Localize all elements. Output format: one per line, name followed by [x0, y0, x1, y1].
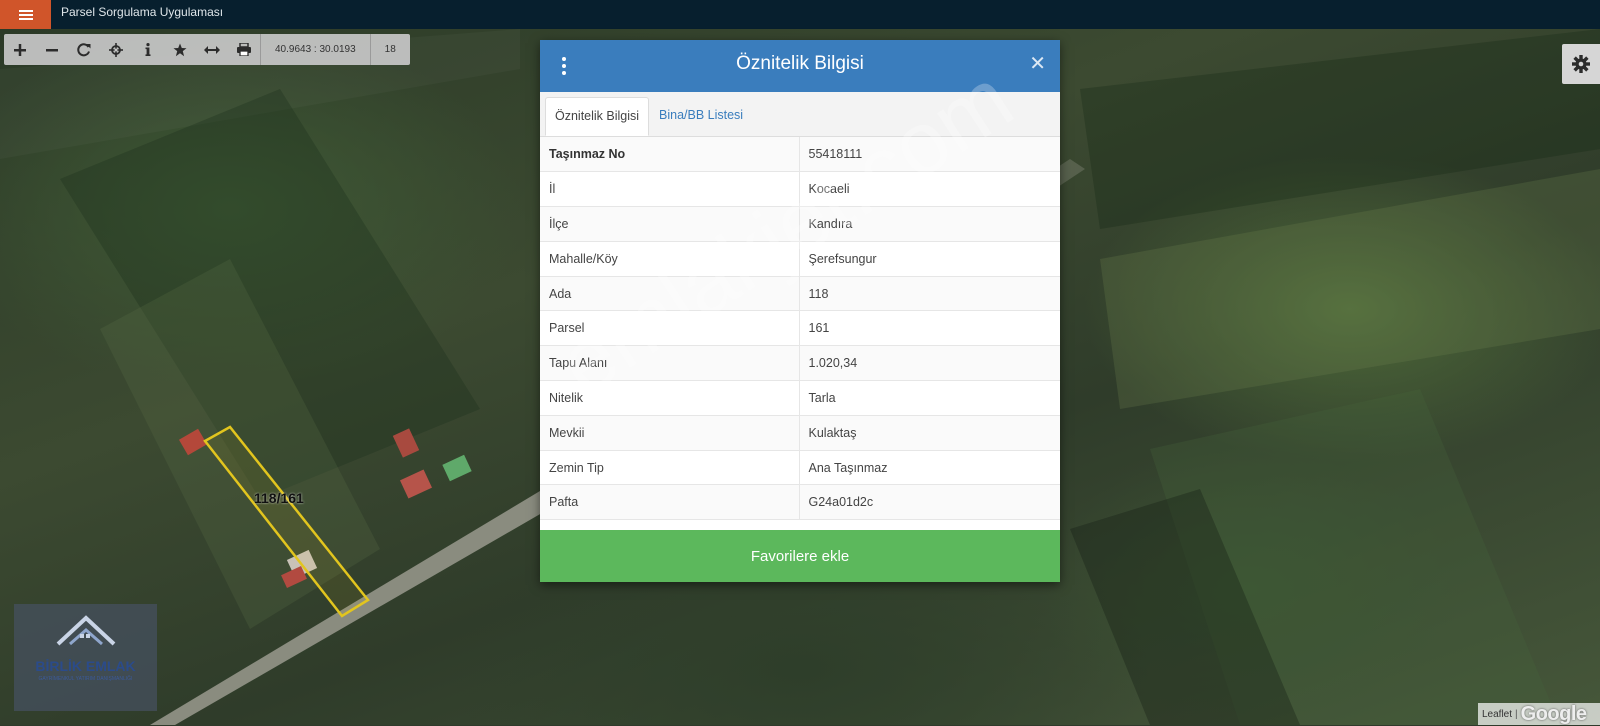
zoom-out-icon[interactable]: [36, 34, 68, 65]
table-row: Tapu Alanı 1.020,34: [540, 345, 1060, 382]
logo-name: BİRLİK EMLAK: [35, 658, 136, 674]
row-key: Zemin Tip: [540, 450, 800, 486]
row-key: Taşınmaz No: [540, 137, 800, 173]
row-key: Nitelik: [540, 380, 800, 416]
row-value: Şerefsungur: [799, 241, 1060, 277]
row-value: 1.020,34: [799, 345, 1060, 382]
row-key: Mevkii: [540, 415, 800, 451]
parcel-label[interactable]: 118/161: [254, 490, 304, 506]
zoom-level-display: 18: [384, 44, 396, 55]
refresh-icon[interactable]: [68, 34, 100, 65]
top-bar: Parsel Sorgulama Uygulaması: [0, 0, 1600, 29]
row-value: Kandıra: [799, 206, 1060, 242]
print-icon[interactable]: [228, 34, 260, 65]
row-key: Parsel: [540, 310, 800, 347]
zoom-in-icon[interactable]: [4, 34, 36, 65]
attribute-info-modal: Öznitelik Bilgisi ✕ Öznitelik Bilgisi Bi…: [540, 40, 1060, 582]
close-icon[interactable]: ✕: [1029, 54, 1046, 74]
table-row: Mahalle/Köy Şerefsungur: [540, 241, 1060, 277]
modal-header: Öznitelik Bilgisi ✕: [540, 40, 1060, 92]
row-value: G24a01d2c: [799, 484, 1060, 521]
attribute-table: Taşınmaz No 55418111 İl Kocaeli İlçe Kan…: [540, 137, 1060, 521]
app-title: Parsel Sorgulama Uygulaması: [61, 5, 224, 19]
row-value: Tarla: [799, 380, 1060, 416]
locate-icon[interactable]: [100, 34, 132, 65]
table-row: Taşınmaz No 55418111: [540, 137, 1060, 173]
row-value: 161: [799, 310, 1060, 347]
row-key: Mahalle/Köy: [540, 241, 800, 277]
logo-subtitle: GAYRİMENKUL YATIRIM DANIŞMANLIĞI: [38, 676, 133, 682]
tab-building-list[interactable]: Bina/BB Listesi: [650, 97, 752, 136]
row-key: İlçe: [540, 206, 800, 242]
table-row: İl Kocaeli: [540, 171, 1060, 208]
table-row: Pafta G24a01d2c: [540, 484, 1060, 521]
row-value: Kulaktaş: [799, 415, 1060, 451]
table-row: İlçe Kandıra: [540, 206, 1060, 242]
star-icon[interactable]: [164, 34, 196, 65]
map-attribution: Leaflet | Google: [1478, 703, 1600, 725]
attribution-separator: |: [1515, 708, 1518, 720]
info-icon[interactable]: [132, 34, 164, 65]
table-row: Parsel 161: [540, 310, 1060, 347]
tab-attribute-info[interactable]: Öznitelik Bilgisi: [545, 97, 650, 136]
measure-icon[interactable]: [196, 34, 228, 65]
row-key: Ada: [540, 276, 800, 312]
add-favorite-button[interactable]: Favorilere ekle: [540, 530, 1060, 582]
row-value: Kocaeli: [799, 171, 1060, 208]
settings-button[interactable]: [1562, 44, 1600, 84]
modal-tabs: Öznitelik Bilgisi Bina/BB Listesi: [540, 92, 1060, 137]
row-key: Pafta: [540, 484, 800, 521]
company-logo: BİRLİK EMLAK GAYRİMENKUL YATIRIM DANIŞMA…: [14, 604, 157, 711]
table-row: Nitelik Tarla: [540, 380, 1060, 416]
table-row: Ada 118: [540, 276, 1060, 312]
map-toolbar: 40.9643 : 30.0193 18: [4, 34, 410, 65]
leaflet-link[interactable]: Leaflet: [1478, 709, 1512, 720]
gear-icon: [1572, 55, 1590, 73]
hamburger-icon: [18, 9, 33, 20]
row-value: Ana Taşınmaz: [799, 450, 1060, 486]
google-logo: Google: [1520, 702, 1587, 725]
table-row: Zemin Tip Ana Taşınmaz: [540, 450, 1060, 486]
modal-title: Öznitelik Bilgisi: [736, 53, 864, 74]
coordinate-display: 40.9643 : 30.0193: [275, 44, 356, 55]
row-key: Tapu Alanı: [540, 345, 800, 382]
row-key: İl: [540, 171, 800, 208]
menu-button[interactable]: [0, 0, 51, 29]
row-value: 55418111: [799, 137, 1060, 173]
row-value: 118: [799, 276, 1060, 312]
table-row: Mevkii Kulaktaş: [540, 415, 1060, 451]
